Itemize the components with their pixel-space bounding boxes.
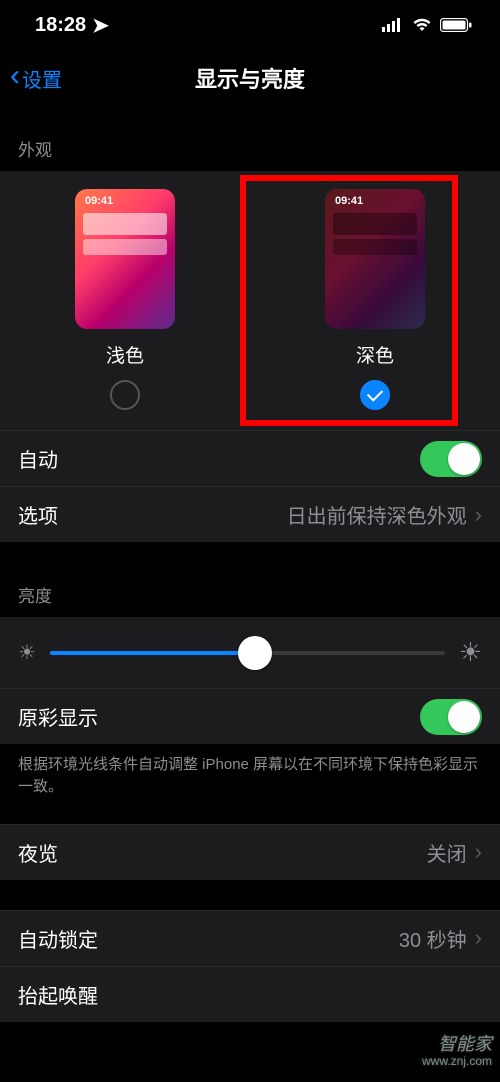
watermark: 智能家 www.znj.com bbox=[422, 1035, 492, 1068]
row-auto: 自动 bbox=[0, 430, 500, 486]
section-header-appearance: 外观 bbox=[0, 106, 500, 171]
auto-lock-label: 自动锁定 bbox=[18, 924, 98, 953]
dark-preview: 09:41 bbox=[325, 189, 425, 329]
light-preview: 09:41 bbox=[75, 189, 175, 329]
watermark-brand: 智能家 bbox=[422, 1035, 492, 1055]
appearance-picker: 09:41 浅色 09:41 深色 bbox=[0, 171, 500, 430]
row-true-tone: 原彩显示 bbox=[0, 688, 500, 744]
light-radio[interactable] bbox=[110, 380, 140, 410]
night-shift-label: 夜览 bbox=[18, 838, 58, 867]
auto-toggle[interactable] bbox=[420, 441, 482, 477]
row-auto-lock[interactable]: 自动锁定 30 秒钟 › bbox=[0, 910, 500, 966]
true-tone-footer: 根据环境光线条件自动调整 iPhone 屏幕以在不同环境下保持色彩显示一致。 bbox=[0, 744, 500, 824]
appearance-option-dark[interactable]: 09:41 深色 bbox=[250, 189, 500, 410]
dark-radio[interactable] bbox=[360, 380, 390, 410]
nav-bar: ‹ 设置 显示与亮度 bbox=[0, 50, 500, 106]
sun-large-icon: ☀︎ bbox=[459, 637, 482, 668]
signal-icon bbox=[382, 18, 404, 32]
chevron-right-icon: › bbox=[475, 925, 482, 951]
auto-label: 自动 bbox=[18, 444, 58, 473]
auto-lock-value: 30 秒钟 bbox=[399, 924, 467, 953]
slider-thumb[interactable] bbox=[238, 636, 272, 670]
options-value: 日出前保持深色外观 bbox=[287, 500, 467, 529]
preview-time: 09:41 bbox=[85, 195, 113, 207]
light-label: 浅色 bbox=[106, 341, 144, 368]
dark-label: 深色 bbox=[356, 341, 394, 368]
preview-time: 09:41 bbox=[335, 195, 363, 207]
page-title: 显示与亮度 bbox=[0, 62, 500, 94]
raise-to-wake-label: 抬起唤醒 bbox=[18, 980, 98, 1009]
location-icon: ➤ bbox=[92, 13, 109, 38]
row-night-shift[interactable]: 夜览 关闭 › bbox=[0, 824, 500, 880]
sun-small-icon: ☀︎ bbox=[18, 640, 36, 665]
chevron-right-icon: › bbox=[475, 502, 482, 528]
row-raise-to-wake: 抬起唤醒 bbox=[0, 966, 500, 1022]
section-header-brightness: 亮度 bbox=[0, 542, 500, 617]
battery-icon bbox=[440, 18, 472, 32]
status-bar: 18:28 ➤ bbox=[0, 0, 500, 50]
appearance-option-light[interactable]: 09:41 浅色 bbox=[0, 189, 250, 410]
true-tone-toggle[interactable] bbox=[420, 699, 482, 735]
brightness-slider-row: ☀︎ ☀︎ bbox=[0, 617, 500, 688]
row-options[interactable]: 选项 日出前保持深色外观 › bbox=[0, 486, 500, 542]
brightness-slider[interactable] bbox=[50, 651, 445, 655]
status-right bbox=[382, 18, 472, 32]
status-time: 18:28 bbox=[35, 14, 86, 37]
chevron-right-icon: › bbox=[475, 839, 482, 865]
wifi-icon bbox=[412, 18, 432, 32]
true-tone-label: 原彩显示 bbox=[18, 702, 98, 731]
watermark-url: www.znj.com bbox=[422, 1055, 492, 1068]
options-label: 选项 bbox=[18, 500, 58, 529]
night-shift-value: 关闭 bbox=[427, 838, 467, 867]
